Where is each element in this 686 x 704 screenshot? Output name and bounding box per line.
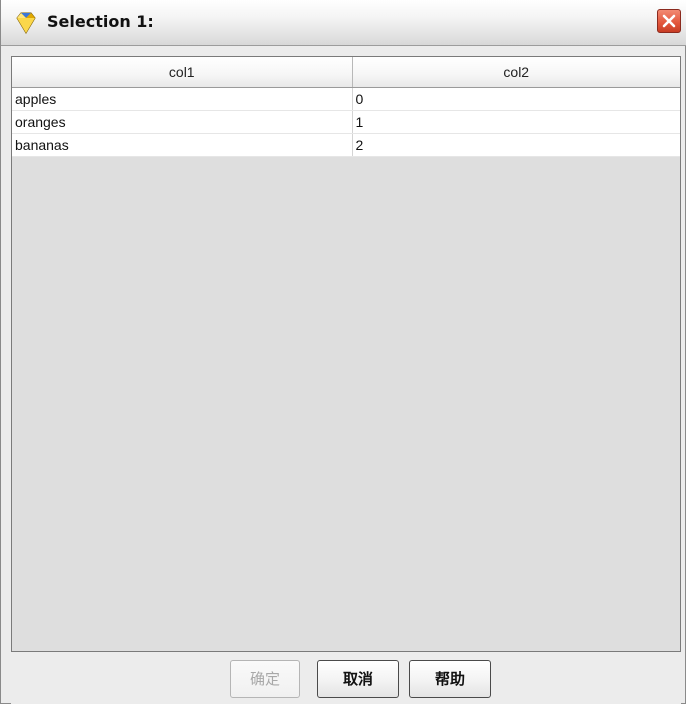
table-cell[interactable]: apples [12, 87, 353, 111]
help-button[interactable]: 帮助 [409, 660, 491, 698]
title-bar[interactable]: Selection 1: [1, 0, 686, 46]
table-row[interactable]: apples 0 [12, 87, 680, 111]
table-row[interactable]: bananas 2 [12, 133, 680, 157]
diamond-icon [14, 11, 38, 35]
button-bar: 确定 取消 帮助 [11, 652, 681, 704]
column-header-col2[interactable]: col2 [352, 57, 680, 88]
selection-dialog: Selection 1: col1 col2 apples 0 oranges … [0, 0, 686, 704]
ok-button: 确定 [230, 660, 300, 698]
table-cell[interactable]: 2 [352, 133, 680, 157]
dialog-title: Selection 1: [47, 12, 154, 31]
cancel-button[interactable]: 取消 [317, 660, 399, 698]
close-icon [662, 14, 676, 28]
table-header-row: col1 col2 [12, 57, 680, 88]
data-table: col1 col2 apples 0 oranges 1 bananas 2 [12, 57, 680, 157]
column-header-col1[interactable]: col1 [12, 57, 353, 88]
table-area: col1 col2 apples 0 oranges 1 bananas 2 [11, 56, 681, 652]
table-cell[interactable]: bananas [12, 133, 353, 157]
table-cell[interactable]: oranges [12, 110, 353, 134]
table-row[interactable]: oranges 1 [12, 110, 680, 134]
table-cell[interactable]: 1 [352, 110, 680, 134]
close-button[interactable] [657, 9, 681, 33]
table-cell[interactable]: 0 [352, 87, 680, 111]
